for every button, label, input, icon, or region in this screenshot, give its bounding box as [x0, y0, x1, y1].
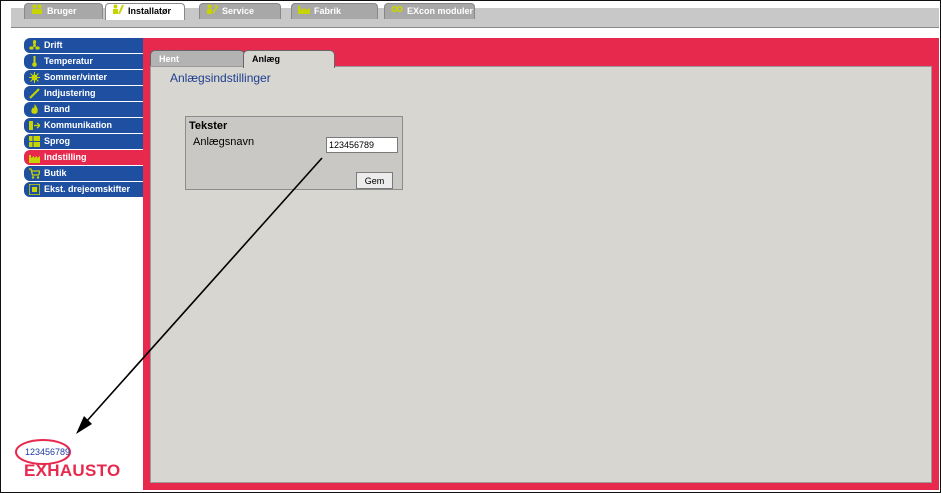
annotation-arrow	[15, 157, 323, 465]
tab-anlaeg[interactable]: Anlæg	[243, 50, 335, 68]
exhausto-logo: EXHAUSTO	[24, 461, 121, 480]
installer-icon	[112, 4, 124, 19]
system-name-display: 123456789	[25, 447, 71, 457]
top-tab-installator[interactable]: Installatør	[105, 3, 185, 20]
top-tab-label: Installatør	[128, 6, 172, 16]
